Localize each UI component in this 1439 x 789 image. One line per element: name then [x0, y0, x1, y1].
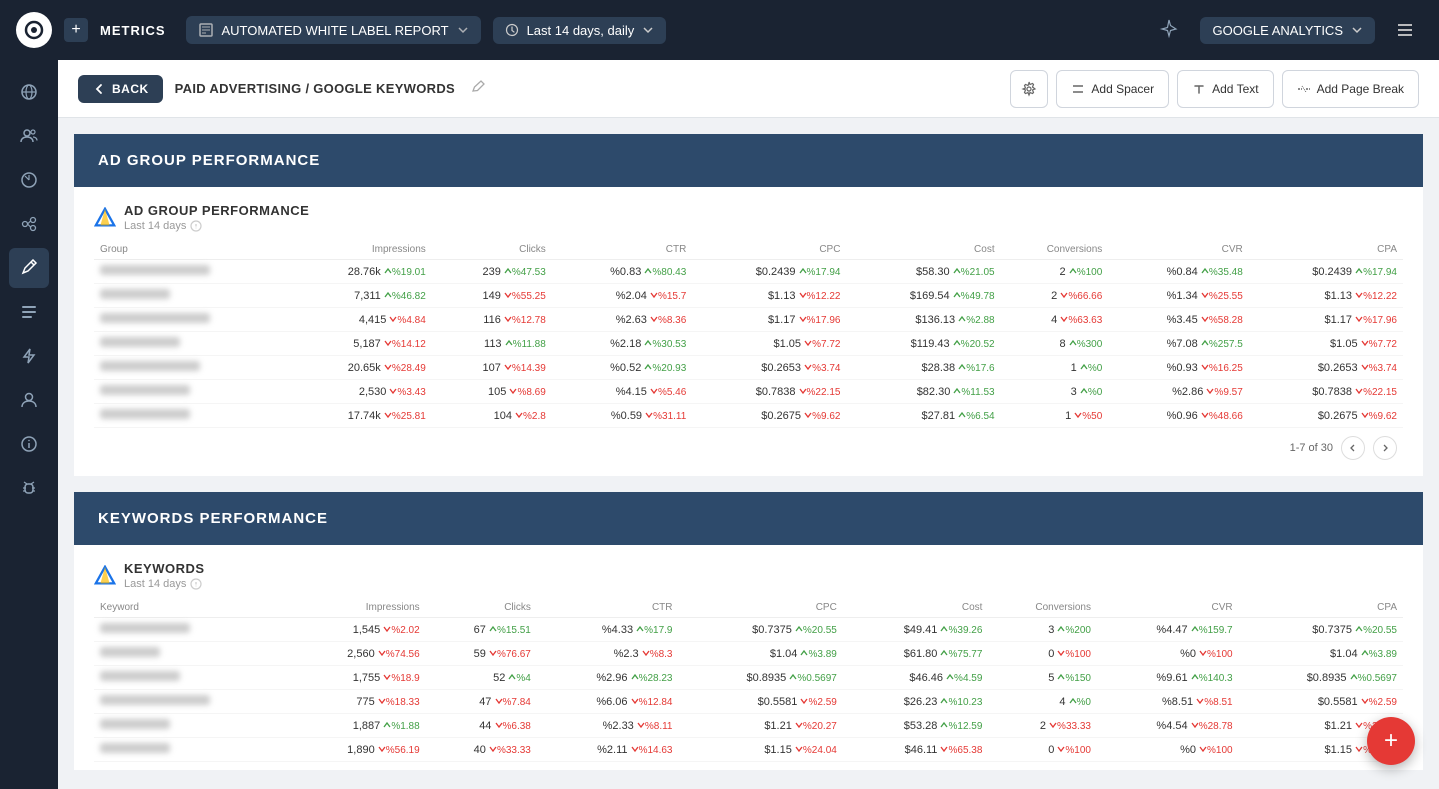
subheader: BACK PAID ADVERTISING / GOOGLE KEYWORDS …	[58, 60, 1439, 118]
add-page-break-button[interactable]: Add Page Break	[1282, 70, 1419, 108]
add-spacer-button[interactable]: Add Spacer	[1056, 70, 1169, 108]
analytics-label: GOOGLE ANALYTICS	[1212, 23, 1343, 38]
add-text-label: Add Text	[1212, 82, 1258, 96]
table-row: 2,560 %74.56 59 %76.67 %2.3 %8.3 $1.04 %…	[94, 642, 1403, 666]
logo	[16, 12, 52, 48]
sparkle-icon[interactable]	[1158, 18, 1180, 43]
col-cpc: CPC	[692, 240, 846, 260]
back-label: BACK	[112, 82, 149, 96]
kw-col-keyword: Keyword	[94, 598, 290, 618]
kw-col-cvr: CVR	[1097, 598, 1239, 618]
keywords-table: Keyword Impressions Clicks CTR CPC Cost …	[94, 598, 1403, 762]
sidebar-item-connect[interactable]	[9, 204, 49, 244]
keywords-card-title: KEYWORDS	[124, 561, 205, 576]
table-row: 1,755 %18.9 52 %4 %2.96 %28.23 $0.8935 %…	[94, 666, 1403, 690]
table-row: 17.74k %25.81 104 %2.8 %0.59 %31.11 $0.2…	[94, 404, 1403, 428]
edit-icon[interactable]	[471, 80, 485, 97]
pagination-prev-button[interactable]	[1341, 436, 1365, 460]
settings-button[interactable]	[1010, 70, 1048, 108]
col-cpa: CPA	[1249, 240, 1403, 260]
add-spacer-label: Add Spacer	[1091, 82, 1154, 96]
ad-group-card-header: AD GROUP PERFORMANCE Last 14 days	[94, 203, 1403, 232]
add-page-break-label: Add Page Break	[1317, 82, 1404, 96]
col-cvr: CVR	[1108, 240, 1249, 260]
table-row: 28.76k %19.01 239 %47.53 %0.83 %80.43 $0…	[94, 260, 1403, 284]
ad-group-pagination: 1-7 of 30	[94, 428, 1403, 468]
main-scroll-area: AD GROUP PERFORMANCE AD GROUP PERFORMA	[58, 118, 1439, 789]
sidebar	[0, 60, 58, 789]
col-conversions: Conversions	[1001, 240, 1109, 260]
sidebar-item-bolt[interactable]	[9, 336, 49, 376]
add-text-button[interactable]: Add Text	[1177, 70, 1273, 108]
ad-group-card: AD GROUP PERFORMANCE Last 14 days Grou	[74, 187, 1423, 476]
date-range-label: Last 14 days, daily	[527, 23, 635, 38]
kw-col-ctr: CTR	[537, 598, 679, 618]
analytics-selector[interactable]: GOOGLE ANALYTICS	[1200, 17, 1375, 44]
main-content: BACK PAID ADVERTISING / GOOGLE KEYWORDS …	[58, 60, 1439, 789]
sidebar-item-info[interactable]	[9, 424, 49, 464]
google-ads-logo-keywords	[94, 565, 116, 587]
sidebar-item-bug[interactable]	[9, 468, 49, 508]
back-button[interactable]: BACK	[78, 75, 163, 103]
table-row: 4,415 %4.84 116 %12.78 %2.63 %8.36 $1.17…	[94, 308, 1403, 332]
keywords-card-header: KEYWORDS Last 14 days	[94, 561, 1403, 590]
table-row: 1,545 %2.02 67 %15.51 %4.33 %17.9 $0.737…	[94, 618, 1403, 642]
table-row: 1,890 %56.19 40 %33.33 %2.11 %14.63 $1.1…	[94, 738, 1403, 762]
sidebar-item-person[interactable]	[9, 380, 49, 420]
add-button[interactable]: +	[64, 18, 88, 42]
kw-col-cpa: CPA	[1239, 598, 1403, 618]
breadcrumb: PAID ADVERTISING / GOOGLE KEYWORDS	[175, 81, 455, 96]
table-row: 2,530 %3.43 105 %8.69 %4.15 %5.46 $0.783…	[94, 380, 1403, 404]
sidebar-item-pencil[interactable]	[9, 248, 49, 288]
ad-group-card-title: AD GROUP PERFORMANCE	[124, 203, 309, 218]
hamburger-menu-button[interactable]	[1387, 12, 1423, 48]
col-impressions: Impressions	[288, 240, 431, 260]
ad-group-section-title: AD GROUP PERFORMANCE	[98, 152, 1399, 169]
col-group: Group	[94, 240, 288, 260]
table-row: 20.65k %28.49 107 %14.39 %0.52 %20.93 $0…	[94, 356, 1403, 380]
kw-col-clicks: Clicks	[426, 598, 537, 618]
report-selector[interactable]: AUTOMATED WHITE LABEL REPORT	[186, 16, 481, 44]
col-cost: Cost	[846, 240, 1000, 260]
ad-group-table: Group Impressions Clicks CTR CPC Cost Co…	[94, 240, 1403, 428]
col-ctr: CTR	[552, 240, 693, 260]
pagination-info: 1-7 of 30	[1290, 442, 1333, 454]
kw-col-cost: Cost	[843, 598, 989, 618]
top-navigation: + METRICS AUTOMATED WHITE LABEL REPORT L…	[0, 0, 1439, 60]
metrics-label: METRICS	[100, 23, 166, 38]
pagination-next-button[interactable]	[1373, 436, 1397, 460]
keywords-card: KEYWORDS Last 14 days Keyword	[74, 545, 1423, 770]
keywords-section-header: KEYWORDS PERFORMANCE	[74, 492, 1423, 545]
kw-col-cpc: CPC	[679, 598, 843, 618]
kw-col-conversions: Conversions	[988, 598, 1097, 618]
subheader-actions: Add Spacer Add Text Add Page Break	[1010, 70, 1419, 108]
ad-group-section-header: AD GROUP PERFORMANCE	[74, 134, 1423, 187]
keywords-card-subtitle: Last 14 days	[124, 578, 205, 590]
sidebar-item-people[interactable]	[9, 116, 49, 156]
table-row: 7,311 %46.82 149 %55.25 %2.04 %15.7 $1.1…	[94, 284, 1403, 308]
keywords-section-title: KEYWORDS PERFORMANCE	[98, 510, 1399, 527]
report-name: AUTOMATED WHITE LABEL REPORT	[222, 23, 449, 38]
kw-col-impressions: Impressions	[290, 598, 426, 618]
google-ads-logo	[94, 207, 116, 229]
table-row: 1,887 %1.88 44 %6.38 %2.33 %8.11 $1.21 %…	[94, 714, 1403, 738]
fab-add-button[interactable]: +	[1367, 717, 1415, 765]
sidebar-item-chart[interactable]	[9, 160, 49, 200]
sidebar-item-globe[interactable]	[9, 72, 49, 112]
table-row: 775 %18.33 47 %7.84 %6.06 %12.84 $0.5581…	[94, 690, 1403, 714]
ad-group-card-subtitle: Last 14 days	[124, 220, 309, 232]
sidebar-item-list[interactable]	[9, 292, 49, 332]
date-range-selector[interactable]: Last 14 days, daily	[493, 17, 667, 44]
table-row: 5,187 %14.12 113 %11.88 %2.18 %30.53 $1.…	[94, 332, 1403, 356]
col-clicks: Clicks	[432, 240, 552, 260]
